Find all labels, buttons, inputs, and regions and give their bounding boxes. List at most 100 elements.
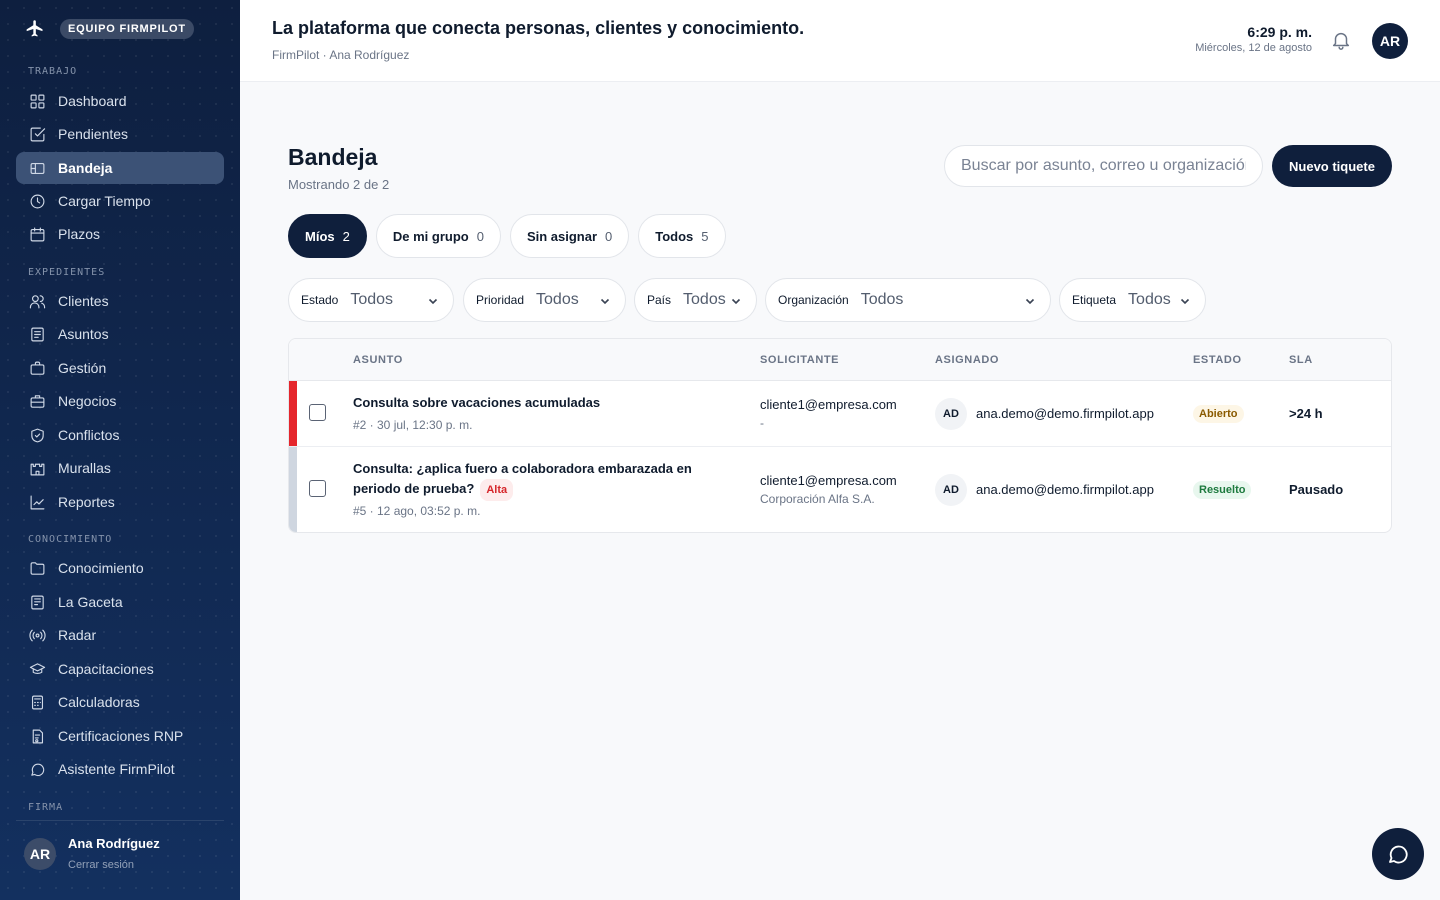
clock-time: 6:29 p. m. [1247, 24, 1312, 40]
filter-label: Etiqueta [1072, 293, 1117, 307]
filter-prioridad[interactable]: Prioridad Todos [463, 278, 626, 322]
status-badge: Resuelto [1193, 481, 1252, 499]
priority-bar [289, 447, 297, 532]
ticket-subject-text: periodo de prueba? [353, 481, 475, 496]
row-checkbox[interactable] [309, 480, 326, 497]
tab-sin-asignar[interactable]: Sin asignar 0 [509, 214, 630, 258]
sidebar-item-bandeja[interactable]: Bandeja [16, 152, 224, 184]
sidebar-item-asuntos[interactable]: Asuntos [16, 318, 224, 350]
sidebar-item-reportes[interactable]: Reportes [16, 486, 224, 518]
logout-link[interactable]: Cerrar sesión [68, 859, 160, 871]
sidebar-item-label: Asuntos [58, 326, 109, 342]
check-square-icon [28, 125, 46, 143]
chevron-down-icon [731, 298, 741, 305]
tab-mios[interactable]: Míos 2 [288, 214, 367, 258]
folder-icon [28, 559, 46, 577]
ticket-subject[interactable]: Consulta: ¿aplica fuero a colaboradora e… [353, 459, 692, 501]
sidebar-item-label: Calculadoras [58, 694, 140, 710]
grid-icon [28, 92, 46, 110]
calendar-icon [28, 225, 46, 243]
column-header-asignado[interactable]: ASIGNADO [935, 354, 999, 366]
chat-launcher-button[interactable] [1372, 828, 1424, 880]
sidebar-item-label: Certificaciones RNP [58, 728, 184, 744]
graduation-cap-icon [28, 660, 46, 678]
filter-estado[interactable]: Estado Todos [288, 278, 454, 322]
sidebar-item-conflictos[interactable]: Conflictos [16, 419, 224, 451]
sidebar-item-murallas[interactable]: Murallas [16, 452, 224, 484]
sidebar-item-label: Cargar Tiempo [58, 193, 151, 209]
table-row[interactable]: Consulta sobre vacaciones acumuladas #2 … [289, 381, 1391, 447]
avatar[interactable]: AR [24, 837, 56, 870]
column-header-solicitante[interactable]: SOLICITANTE [760, 354, 839, 366]
sidebar-item-dashboard[interactable]: Dashboard [16, 85, 224, 117]
sidebar: EQUIPO FIRMPILOT TRABAJO Dashboard Pendi… [0, 0, 240, 900]
sidebar-item-asistente-firmpilot[interactable]: Asistente FirmPilot [16, 753, 224, 785]
ticket-subject-line1: Consulta: ¿aplica fuero a colaboradora e… [353, 461, 692, 476]
sidebar-item-label: Dashboard [58, 93, 127, 109]
chevron-down-icon [1180, 298, 1190, 305]
tab-todos[interactable]: Todos 5 [638, 214, 726, 258]
sidebar-item-clientes[interactable]: Clientes [16, 285, 224, 317]
page-title: Bandeja [288, 144, 378, 170]
bell-icon[interactable] [1330, 29, 1354, 53]
tab-count: 2 [342, 228, 350, 244]
filter-pais[interactable]: País Todos [634, 278, 757, 322]
requester-org: Corporación Alfa S.A. [760, 492, 875, 506]
column-header-sla[interactable]: SLA [1289, 354, 1313, 366]
filter-etiqueta[interactable]: Etiqueta Todos [1059, 278, 1206, 322]
top-header: La plataforma que conecta personas, clie… [240, 0, 1440, 82]
clock-icon [28, 192, 46, 210]
column-header-asunto[interactable]: ASUNTO [353, 354, 403, 366]
section-title-expedientes: EXPEDIENTES [28, 267, 106, 278]
ticket-meta: #2 · 30 jul, 12:30 p. m. [353, 418, 473, 432]
castle-icon [28, 459, 46, 477]
assignee-avatar: AD [935, 474, 967, 506]
briefcase-icon [28, 359, 46, 377]
tab-label: De mi grupo [392, 228, 469, 244]
table-row[interactable]: Consulta: ¿aplica fuero a colaboradora e… [289, 447, 1391, 532]
search-input[interactable] [944, 145, 1263, 187]
header-avatar[interactable]: AR [1372, 23, 1408, 59]
filter-value: Todos [350, 291, 394, 308]
ticket-subject-line2: periodo de prueba? Alta [353, 479, 692, 501]
filter-organizacion[interactable]: Organización Todos [765, 278, 1051, 322]
section-title-trabajo: TRABAJO [28, 66, 78, 77]
new-ticket-button[interactable]: Nuevo tiquete [1272, 145, 1392, 187]
sidebar-item-negocios[interactable]: Negocios [16, 385, 224, 417]
requester-email: cliente1@empresa.com [760, 397, 897, 412]
sidebar-item-la-gaceta[interactable]: La Gaceta [16, 586, 224, 618]
sidebar-item-label: Conflictos [58, 427, 120, 443]
shield-icon [28, 426, 46, 444]
sidebar-item-radar[interactable]: Radar [16, 619, 224, 651]
header-breadcrumb: FirmPilot · Ana Rodríguez [272, 48, 410, 62]
filter-label: Estado [301, 293, 339, 307]
sidebar-item-label: Bandeja [58, 160, 113, 176]
filter-value: Todos [536, 291, 579, 308]
chevron-down-icon [600, 298, 610, 305]
sidebar-item-label: Capacitaciones [58, 661, 154, 677]
sidebar-item-cargar-tiempo[interactable]: Cargar Tiempo [16, 185, 224, 217]
sidebar-item-gestion[interactable]: Gestión [16, 352, 224, 384]
tab-de-mi-grupo[interactable]: De mi grupo 0 [375, 214, 501, 258]
sidebar-item-label: Reportes [58, 494, 115, 510]
section-title-conocimiento: CONOCIMIENTO [28, 534, 113, 545]
sidebar-item-capacitaciones[interactable]: Capacitaciones [16, 653, 224, 685]
row-checkbox[interactable] [309, 404, 326, 421]
ticket-subject[interactable]: Consulta sobre vacaciones acumuladas [353, 393, 600, 413]
sidebar-item-label: Asistente FirmPilot [58, 761, 175, 777]
sidebar-item-pendientes[interactable]: Pendientes [16, 118, 224, 150]
column-header-estado[interactable]: ESTADO [1193, 354, 1242, 366]
sidebar-item-conocimiento[interactable]: Conocimiento [16, 552, 224, 584]
sla-value: >24 h [1289, 406, 1323, 421]
chevron-down-icon [428, 298, 438, 305]
tab-label: Sin asignar [526, 228, 598, 244]
sidebar-item-plazos[interactable]: Plazos [16, 218, 224, 250]
table-header: ASUNTO SOLICITANTE ASIGNADO ESTADO SLA [289, 339, 1391, 381]
sidebar-item-certificaciones-rnp[interactable]: Certificaciones RNP [16, 720, 224, 752]
tab-label: Míos [305, 228, 335, 244]
clock-date: Miércoles, 12 de agosto [1195, 42, 1312, 54]
sidebar-item-calculadoras[interactable]: Calculadoras [16, 686, 224, 718]
brand-badge: EQUIPO FIRMPILOT [60, 19, 194, 39]
priority-badge: Alta [480, 479, 514, 501]
brand[interactable]: EQUIPO FIRMPILOT [24, 18, 194, 40]
